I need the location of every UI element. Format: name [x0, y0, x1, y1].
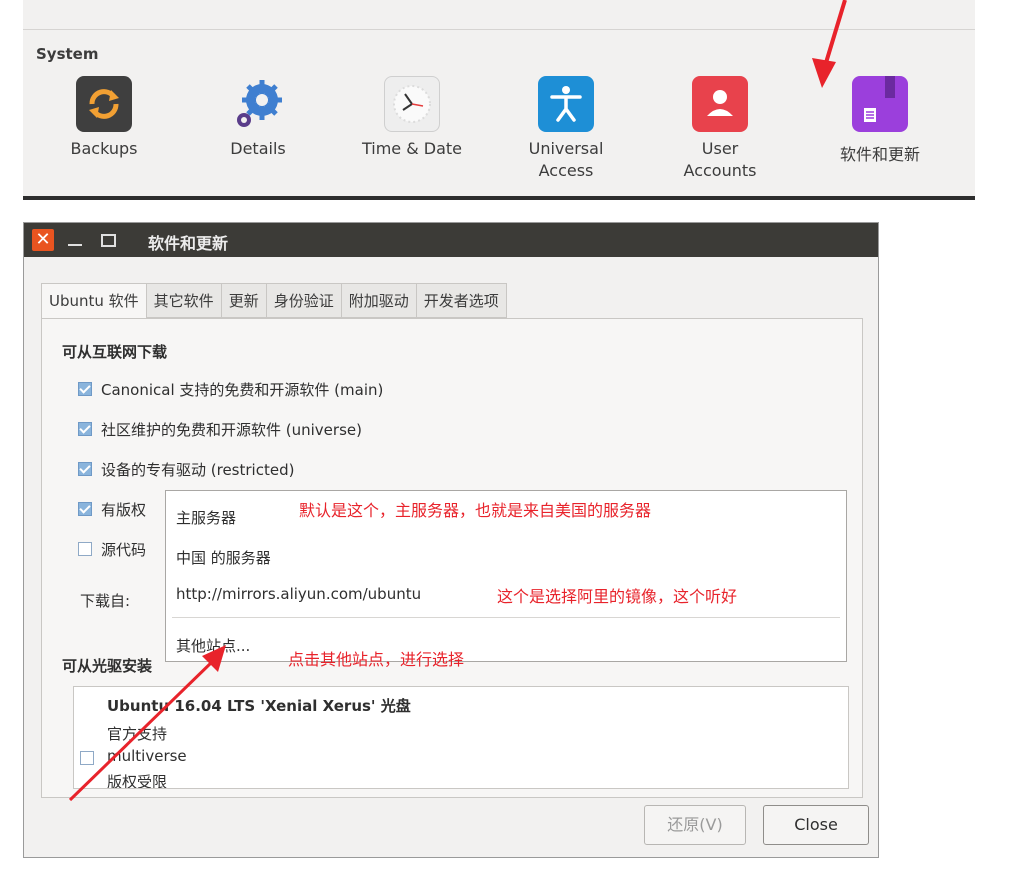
arrow-to-software-icon: [812, 0, 847, 88]
arrow-to-other-sites: [68, 645, 226, 802]
annotation-arrows: [68, 0, 847, 802]
